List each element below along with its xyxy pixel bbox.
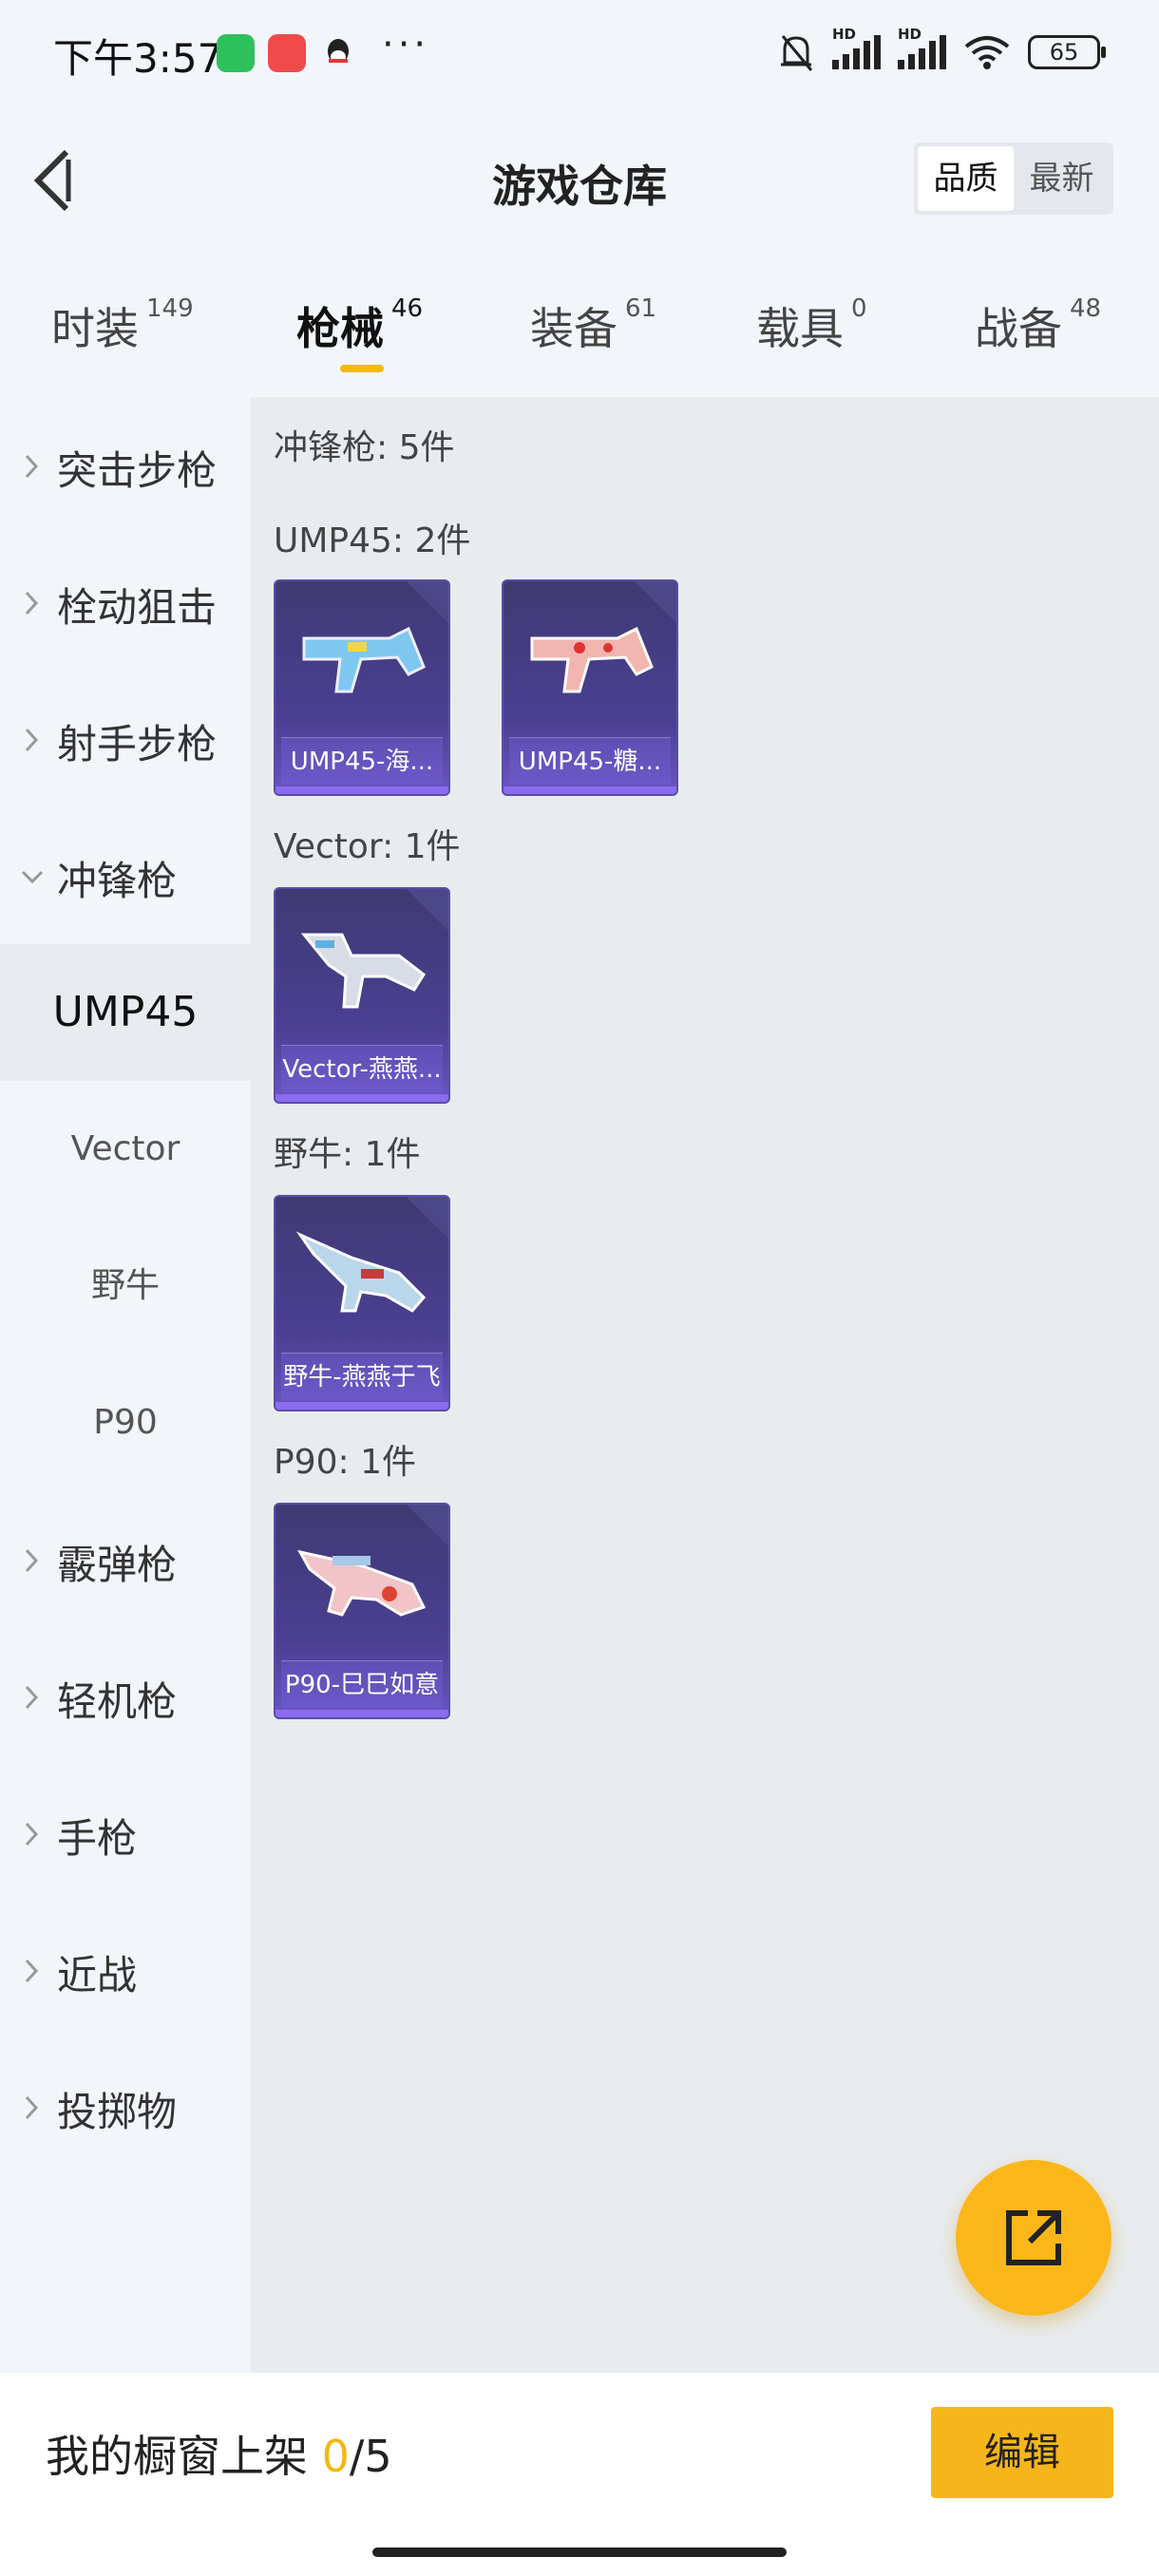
item-grid: 冲锋枪: 5件 UMP45: 2件 UMP45-海... UMP45-糖... …	[251, 397, 1159, 2373]
signal-2-icon: HD	[898, 26, 946, 69]
shopping-app-icon	[268, 34, 306, 72]
gun-skin-icon	[300, 933, 426, 1009]
gun-skin-icon	[530, 626, 654, 693]
group-title-ump45: UMP45: 2件	[274, 521, 471, 560]
sidebar-item-shotgun[interactable]: 霰弹枪	[0, 1491, 251, 1628]
chevron-right-icon	[25, 1548, 39, 1573]
tab-fashion[interactable]: 时装 149	[51, 294, 194, 357]
battery-indicator: 65	[1028, 35, 1106, 69]
group-title-p90: P90: 1件	[274, 1443, 416, 1482]
qq-icon	[319, 34, 357, 72]
gun-skin-icon	[302, 626, 426, 693]
gun-skin-icon	[297, 1549, 427, 1617]
chevron-right-icon	[25, 454, 39, 479]
sidebar-item-throwable[interactable]: 投掷物	[0, 2038, 251, 2175]
sidebar-item-smg[interactable]: 冲锋枪	[0, 807, 251, 944]
signal-1-icon: HD	[832, 26, 881, 69]
tab-supplies[interactable]: 战备 48	[975, 294, 1101, 357]
sidebar-item-marksman-rifle[interactable]: 射手步枪	[0, 671, 251, 807]
sidebar-sub-vector[interactable]: Vector	[0, 1081, 251, 1218]
share-icon	[1006, 2210, 1061, 2265]
wechat-icon	[217, 34, 255, 72]
sidebar-item-lmg[interactable]: 轻机枪	[0, 1628, 251, 1765]
gun-skin-icon	[295, 1231, 427, 1313]
chevron-right-icon	[25, 1822, 39, 1847]
item-card[interactable]: UMP45-糖...	[502, 579, 678, 796]
status-bar: 下午3:57 ··· HD HD 65	[0, 0, 1159, 114]
wifi-icon	[964, 36, 1010, 69]
chevron-right-icon	[25, 591, 39, 616]
item-card[interactable]: UMP45-海...	[274, 579, 450, 796]
item-card[interactable]: Vector-燕燕...	[274, 887, 450, 1104]
sort-toggle: 品质 最新	[914, 142, 1113, 215]
chevron-right-icon	[25, 728, 39, 752]
showcase-status: 我的橱窗上架 0/5	[46, 2431, 392, 2482]
status-time: 下午3:57	[53, 35, 223, 82]
category-tabs: 时装 149 枪械 46 装备 61 载具 0 战备 48	[0, 275, 1159, 389]
sidebar: 突击步枪 栓动狙击 射手步枪 冲锋枪 UMP45 Vector 野牛 P90 霰…	[0, 397, 251, 2373]
sidebar-item-pistol[interactable]: 手枪	[0, 1765, 251, 1902]
group-title-bison: 野牛: 1件	[274, 1135, 421, 1174]
chevron-right-icon	[25, 1685, 39, 1710]
tab-equipment[interactable]: 装备 61	[530, 294, 656, 357]
showcase-count: 0	[321, 2431, 350, 2482]
bell-off-icon	[781, 35, 813, 71]
sidebar-sub-bison[interactable]: 野牛	[0, 1218, 251, 1354]
share-button[interactable]	[956, 2160, 1112, 2316]
home-indicator[interactable]	[372, 2548, 787, 2557]
sidebar-sub-p90[interactable]: P90	[0, 1354, 251, 1491]
bottom-bar: 我的橱窗上架 0/5 编辑	[0, 2373, 1159, 2576]
tab-vehicles[interactable]: 载具 0	[756, 294, 867, 357]
chevron-right-icon	[25, 1959, 39, 1983]
item-card[interactable]: P90-巳巳如意	[274, 1503, 450, 1719]
more-notifications-icon: ···	[382, 23, 430, 66]
sidebar-sub-ump45[interactable]: UMP45	[0, 944, 251, 1081]
item-card[interactable]: 野牛-燕燕于飞	[274, 1195, 450, 1411]
section-header: 冲锋枪: 5件	[274, 428, 455, 467]
edit-button[interactable]: 编辑	[931, 2407, 1113, 2498]
group-title-vector: Vector: 1件	[274, 827, 461, 866]
sort-quality-button[interactable]: 品质	[918, 146, 1014, 211]
chevron-right-icon	[25, 2095, 39, 2120]
active-tab-indicator	[340, 365, 384, 372]
tab-firearms[interactable]: 枪械 46	[296, 294, 423, 357]
sort-latest-button[interactable]: 最新	[1014, 146, 1110, 211]
sidebar-item-bolt-sniper[interactable]: 栓动狙击	[0, 534, 251, 671]
chevron-down-icon	[21, 870, 44, 884]
sidebar-item-assault-rifle[interactable]: 突击步枪	[0, 397, 251, 534]
header: 游戏仓库 品质 最新	[0, 114, 1159, 247]
sidebar-item-melee[interactable]: 近战	[0, 1902, 251, 2038]
